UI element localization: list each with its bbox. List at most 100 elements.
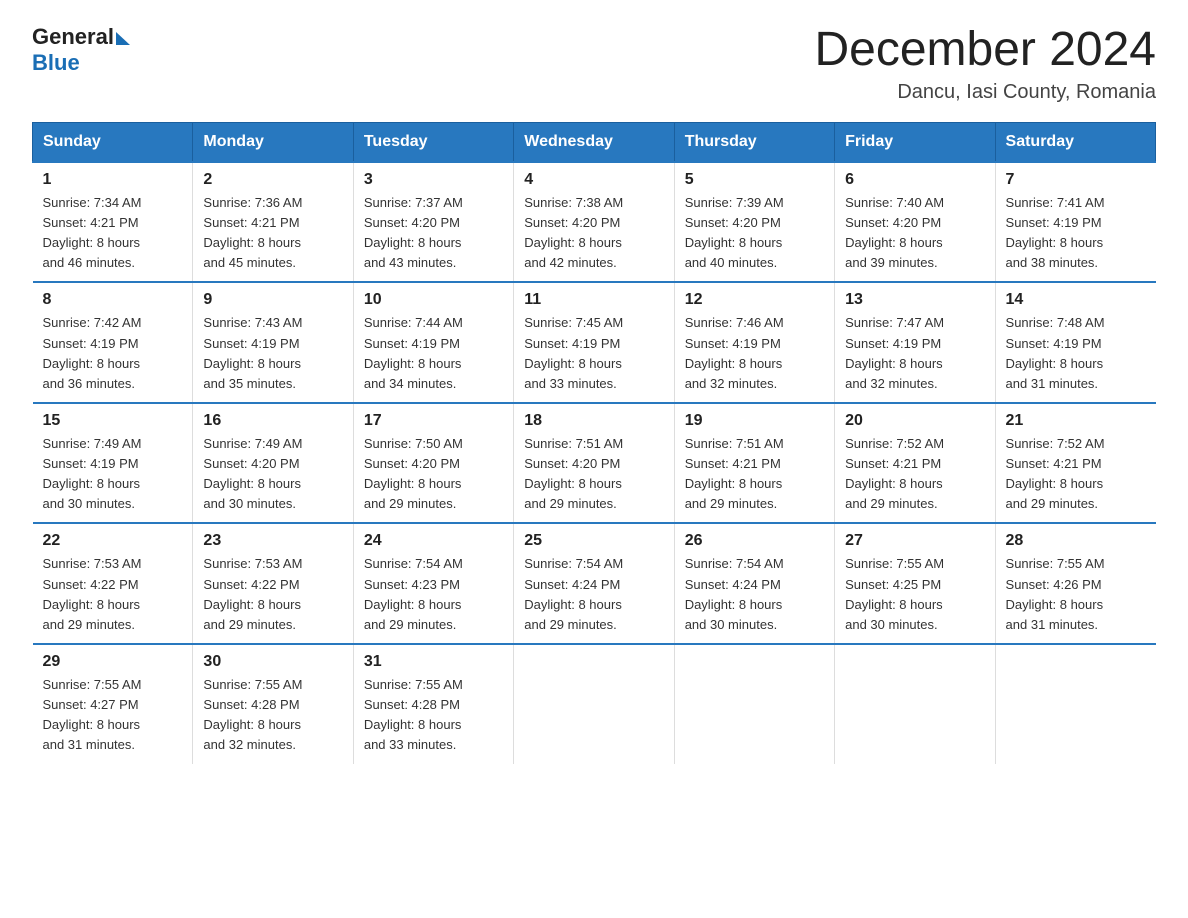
calendar-day-cell: 7 Sunrise: 7:41 AMSunset: 4:19 PMDayligh…	[995, 162, 1155, 283]
calendar-day-cell: 16 Sunrise: 7:49 AMSunset: 4:20 PMDaylig…	[193, 403, 353, 524]
day-info: Sunrise: 7:49 AMSunset: 4:20 PMDaylight:…	[203, 436, 302, 511]
calendar-day-cell: 21 Sunrise: 7:52 AMSunset: 4:21 PMDaylig…	[995, 403, 1155, 524]
calendar-day-cell	[835, 644, 995, 764]
day-info: Sunrise: 7:51 AMSunset: 4:20 PMDaylight:…	[524, 436, 623, 511]
day-number: 30	[203, 653, 342, 671]
calendar-day-cell: 23 Sunrise: 7:53 AMSunset: 4:22 PMDaylig…	[193, 523, 353, 644]
calendar-day-cell: 1 Sunrise: 7:34 AMSunset: 4:21 PMDayligh…	[33, 162, 193, 283]
day-info: Sunrise: 7:48 AMSunset: 4:19 PMDaylight:…	[1006, 315, 1105, 390]
day-number: 28	[1006, 532, 1146, 550]
page-header: General Blue December 2024 Dancu, Iasi C…	[32, 24, 1156, 104]
day-number: 16	[203, 412, 342, 430]
logo-arrow-icon	[116, 32, 130, 45]
calendar-day-cell: 9 Sunrise: 7:43 AMSunset: 4:19 PMDayligh…	[193, 282, 353, 403]
column-header-thursday: Thursday	[674, 122, 834, 162]
calendar-day-cell: 20 Sunrise: 7:52 AMSunset: 4:21 PMDaylig…	[835, 403, 995, 524]
day-info: Sunrise: 7:53 AMSunset: 4:22 PMDaylight:…	[43, 556, 142, 631]
logo-blue-text: Blue	[32, 50, 80, 76]
calendar-day-cell: 3 Sunrise: 7:37 AMSunset: 4:20 PMDayligh…	[353, 162, 513, 283]
column-header-sunday: Sunday	[33, 122, 193, 162]
calendar-day-cell: 22 Sunrise: 7:53 AMSunset: 4:22 PMDaylig…	[33, 523, 193, 644]
day-info: Sunrise: 7:41 AMSunset: 4:19 PMDaylight:…	[1006, 195, 1105, 270]
day-number: 22	[43, 532, 183, 550]
day-number: 11	[524, 291, 663, 309]
calendar-day-cell: 17 Sunrise: 7:50 AMSunset: 4:20 PMDaylig…	[353, 403, 513, 524]
day-number: 19	[685, 412, 824, 430]
day-number: 17	[364, 412, 503, 430]
calendar-day-cell: 29 Sunrise: 7:55 AMSunset: 4:27 PMDaylig…	[33, 644, 193, 764]
day-info: Sunrise: 7:47 AMSunset: 4:19 PMDaylight:…	[845, 315, 944, 390]
day-number: 29	[43, 653, 183, 671]
day-info: Sunrise: 7:55 AMSunset: 4:26 PMDaylight:…	[1006, 556, 1105, 631]
column-header-monday: Monday	[193, 122, 353, 162]
calendar-week-1: 1 Sunrise: 7:34 AMSunset: 4:21 PMDayligh…	[33, 162, 1156, 283]
calendar-day-cell: 24 Sunrise: 7:54 AMSunset: 4:23 PMDaylig…	[353, 523, 513, 644]
day-number: 27	[845, 532, 984, 550]
day-number: 2	[203, 171, 342, 189]
calendar-week-2: 8 Sunrise: 7:42 AMSunset: 4:19 PMDayligh…	[33, 282, 1156, 403]
day-number: 23	[203, 532, 342, 550]
calendar-day-cell: 26 Sunrise: 7:54 AMSunset: 4:24 PMDaylig…	[674, 523, 834, 644]
day-info: Sunrise: 7:45 AMSunset: 4:19 PMDaylight:…	[524, 315, 623, 390]
calendar-day-cell: 27 Sunrise: 7:55 AMSunset: 4:25 PMDaylig…	[835, 523, 995, 644]
day-info: Sunrise: 7:51 AMSunset: 4:21 PMDaylight:…	[685, 436, 784, 511]
day-number: 5	[685, 171, 824, 189]
day-info: Sunrise: 7:46 AMSunset: 4:19 PMDaylight:…	[685, 315, 784, 390]
calendar-day-cell: 14 Sunrise: 7:48 AMSunset: 4:19 PMDaylig…	[995, 282, 1155, 403]
calendar-day-cell: 30 Sunrise: 7:55 AMSunset: 4:28 PMDaylig…	[193, 644, 353, 764]
calendar-day-cell: 12 Sunrise: 7:46 AMSunset: 4:19 PMDaylig…	[674, 282, 834, 403]
calendar-day-cell: 10 Sunrise: 7:44 AMSunset: 4:19 PMDaylig…	[353, 282, 513, 403]
day-info: Sunrise: 7:38 AMSunset: 4:20 PMDaylight:…	[524, 195, 623, 270]
calendar-day-cell: 18 Sunrise: 7:51 AMSunset: 4:20 PMDaylig…	[514, 403, 674, 524]
day-number: 3	[364, 171, 503, 189]
day-info: Sunrise: 7:40 AMSunset: 4:20 PMDaylight:…	[845, 195, 944, 270]
day-info: Sunrise: 7:49 AMSunset: 4:19 PMDaylight:…	[43, 436, 142, 511]
day-info: Sunrise: 7:52 AMSunset: 4:21 PMDaylight:…	[1006, 436, 1105, 511]
column-header-tuesday: Tuesday	[353, 122, 513, 162]
calendar-day-cell: 28 Sunrise: 7:55 AMSunset: 4:26 PMDaylig…	[995, 523, 1155, 644]
day-number: 14	[1006, 291, 1146, 309]
logo-general-text: General	[32, 24, 114, 50]
day-number: 21	[1006, 412, 1146, 430]
calendar-header-row: SundayMondayTuesdayWednesdayThursdayFrid…	[33, 122, 1156, 162]
calendar-day-cell: 6 Sunrise: 7:40 AMSunset: 4:20 PMDayligh…	[835, 162, 995, 283]
calendar-day-cell: 11 Sunrise: 7:45 AMSunset: 4:19 PMDaylig…	[514, 282, 674, 403]
day-number: 31	[364, 653, 503, 671]
column-header-friday: Friday	[835, 122, 995, 162]
day-info: Sunrise: 7:55 AMSunset: 4:28 PMDaylight:…	[203, 677, 302, 752]
calendar-day-cell	[995, 644, 1155, 764]
day-number: 1	[43, 171, 183, 189]
day-info: Sunrise: 7:55 AMSunset: 4:25 PMDaylight:…	[845, 556, 944, 631]
day-number: 8	[43, 291, 183, 309]
calendar-title: December 2024	[814, 24, 1156, 77]
calendar-day-cell	[514, 644, 674, 764]
calendar-day-cell: 19 Sunrise: 7:51 AMSunset: 4:21 PMDaylig…	[674, 403, 834, 524]
day-info: Sunrise: 7:54 AMSunset: 4:23 PMDaylight:…	[364, 556, 463, 631]
day-number: 12	[685, 291, 824, 309]
column-header-wednesday: Wednesday	[514, 122, 674, 162]
calendar-week-3: 15 Sunrise: 7:49 AMSunset: 4:19 PMDaylig…	[33, 403, 1156, 524]
day-number: 13	[845, 291, 984, 309]
calendar-table: SundayMondayTuesdayWednesdayThursdayFrid…	[32, 122, 1156, 764]
calendar-day-cell: 31 Sunrise: 7:55 AMSunset: 4:28 PMDaylig…	[353, 644, 513, 764]
day-number: 9	[203, 291, 342, 309]
calendar-day-cell	[674, 644, 834, 764]
day-info: Sunrise: 7:54 AMSunset: 4:24 PMDaylight:…	[524, 556, 623, 631]
day-info: Sunrise: 7:34 AMSunset: 4:21 PMDaylight:…	[43, 195, 142, 270]
day-info: Sunrise: 7:53 AMSunset: 4:22 PMDaylight:…	[203, 556, 302, 631]
day-number: 26	[685, 532, 824, 550]
calendar-day-cell: 8 Sunrise: 7:42 AMSunset: 4:19 PMDayligh…	[33, 282, 193, 403]
calendar-day-cell: 4 Sunrise: 7:38 AMSunset: 4:20 PMDayligh…	[514, 162, 674, 283]
calendar-day-cell: 25 Sunrise: 7:54 AMSunset: 4:24 PMDaylig…	[514, 523, 674, 644]
day-info: Sunrise: 7:42 AMSunset: 4:19 PMDaylight:…	[43, 315, 142, 390]
day-info: Sunrise: 7:44 AMSunset: 4:19 PMDaylight:…	[364, 315, 463, 390]
logo: General Blue	[32, 24, 130, 76]
title-block: December 2024 Dancu, Iasi County, Romani…	[814, 24, 1156, 104]
day-info: Sunrise: 7:54 AMSunset: 4:24 PMDaylight:…	[685, 556, 784, 631]
day-info: Sunrise: 7:43 AMSunset: 4:19 PMDaylight:…	[203, 315, 302, 390]
day-number: 15	[43, 412, 183, 430]
day-info: Sunrise: 7:36 AMSunset: 4:21 PMDaylight:…	[203, 195, 302, 270]
day-info: Sunrise: 7:39 AMSunset: 4:20 PMDaylight:…	[685, 195, 784, 270]
calendar-day-cell: 15 Sunrise: 7:49 AMSunset: 4:19 PMDaylig…	[33, 403, 193, 524]
day-number: 20	[845, 412, 984, 430]
